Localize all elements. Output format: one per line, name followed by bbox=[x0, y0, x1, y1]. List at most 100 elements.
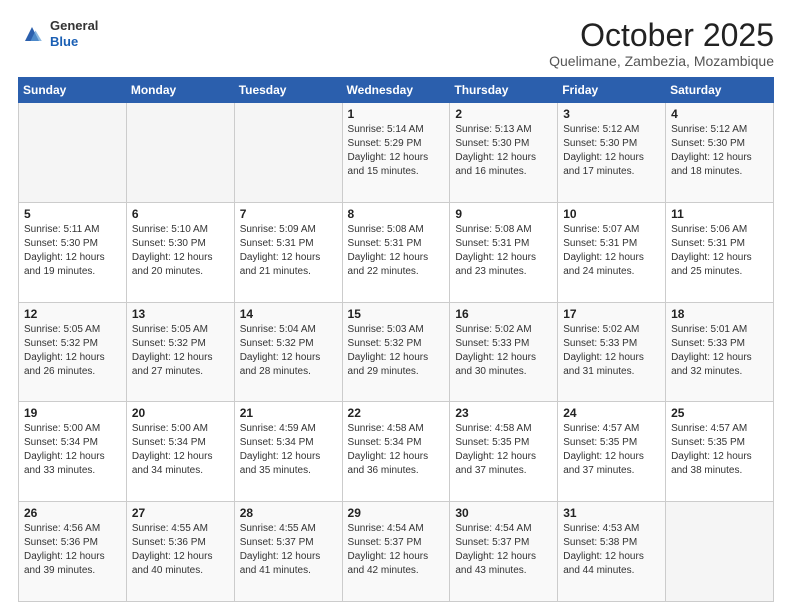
day-info: Sunrise: 4:56 AM Sunset: 5:36 PM Dayligh… bbox=[24, 522, 121, 578]
calendar-cell: 9 Sunrise: 5:08 AM Sunset: 5:31 PM Daylig… bbox=[450, 202, 558, 302]
header-row: Sunday Monday Tuesday Wednesday Thursday… bbox=[19, 78, 774, 103]
day-info: Sunrise: 4:53 AM Sunset: 5:38 PM Dayligh… bbox=[563, 522, 660, 578]
day-number: 16 bbox=[455, 307, 552, 321]
calendar-cell: 12 Sunrise: 5:05 AM Sunset: 5:32 PM Dayli… bbox=[19, 302, 127, 402]
day-number: 9 bbox=[455, 207, 552, 221]
calendar-cell: 25 Sunrise: 4:57 AM Sunset: 5:35 PM Dayli… bbox=[666, 402, 774, 502]
day-number: 17 bbox=[563, 307, 660, 321]
day-info: Sunrise: 5:11 AM Sunset: 5:30 PM Dayligh… bbox=[24, 223, 121, 279]
calendar-cell: 17 Sunrise: 5:02 AM Sunset: 5:33 PM Dayli… bbox=[558, 302, 666, 402]
calendar-cell: 14 Sunrise: 5:04 AM Sunset: 5:32 PM Dayli… bbox=[234, 302, 342, 402]
day-number: 25 bbox=[671, 406, 768, 420]
day-number: 31 bbox=[563, 506, 660, 520]
calendar-cell: 24Sunrise: 4:57 AM Sunset: 5:35 PM Dayli… bbox=[558, 402, 666, 502]
day-info: Sunrise: 4:57 AM Sunset: 5:35 PM Dayligh… bbox=[671, 422, 768, 478]
day-info: Sunrise: 5:04 AM Sunset: 5:32 PM Dayligh… bbox=[240, 323, 337, 379]
calendar-header: Sunday Monday Tuesday Wednesday Thursday… bbox=[19, 78, 774, 103]
day-number: 30 bbox=[455, 506, 552, 520]
day-number: 23 bbox=[455, 406, 552, 420]
day-info: Sunrise: 4:54 AM Sunset: 5:37 PM Dayligh… bbox=[455, 522, 552, 578]
day-number: 19 bbox=[24, 406, 121, 420]
calendar-cell bbox=[19, 103, 127, 203]
day-info: Sunrise: 5:00 AM Sunset: 5:34 PM Dayligh… bbox=[132, 422, 229, 478]
day-number: 7 bbox=[240, 207, 337, 221]
day-info: Sunrise: 5:13 AM Sunset: 5:30 PM Dayligh… bbox=[455, 123, 552, 179]
col-monday: Monday bbox=[126, 78, 234, 103]
title-block: October 2025 Quelimane, Zambezia, Mozamb… bbox=[549, 18, 774, 69]
calendar-cell: 16 Sunrise: 5:02 AM Sunset: 5:33 PM Dayli… bbox=[450, 302, 558, 402]
day-number: 18 bbox=[671, 307, 768, 321]
page: General Blue October 2025 Quelimane, Zam… bbox=[0, 0, 792, 612]
col-wednesday: Wednesday bbox=[342, 78, 450, 103]
calendar-cell: 15Sunrise: 5:03 AM Sunset: 5:32 PM Dayli… bbox=[342, 302, 450, 402]
calendar-cell: 8 Sunrise: 5:08 AM Sunset: 5:31 PM Daylig… bbox=[342, 202, 450, 302]
calendar-cell: 19 Sunrise: 5:00 AM Sunset: 5:34 PM Dayli… bbox=[19, 402, 127, 502]
col-friday: Friday bbox=[558, 78, 666, 103]
day-info: Sunrise: 5:00 AM Sunset: 5:34 PM Dayligh… bbox=[24, 422, 121, 478]
calendar-cell: 3 Sunrise: 5:12 AM Sunset: 5:30 PM Daylig… bbox=[558, 103, 666, 203]
day-info: Sunrise: 4:54 AM Sunset: 5:37 PM Dayligh… bbox=[348, 522, 445, 578]
calendar-cell: 30 Sunrise: 4:54 AM Sunset: 5:37 PM Dayli… bbox=[450, 502, 558, 602]
day-number: 13 bbox=[132, 307, 229, 321]
day-info: Sunrise: 5:06 AM Sunset: 5:31 PM Dayligh… bbox=[671, 223, 768, 279]
day-number: 20 bbox=[132, 406, 229, 420]
day-info: Sunrise: 5:05 AM Sunset: 5:32 PM Dayligh… bbox=[132, 323, 229, 379]
day-number: 3 bbox=[563, 107, 660, 121]
calendar-week-1: 1Sunrise: 5:14 AM Sunset: 5:29 PM Daylig… bbox=[19, 103, 774, 203]
day-info: Sunrise: 5:03 AM Sunset: 5:32 PM Dayligh… bbox=[348, 323, 445, 379]
day-number: 8 bbox=[348, 207, 445, 221]
calendar-week-3: 12 Sunrise: 5:05 AM Sunset: 5:32 PM Dayli… bbox=[19, 302, 774, 402]
day-info: Sunrise: 5:10 AM Sunset: 5:30 PM Dayligh… bbox=[132, 223, 229, 279]
calendar-cell: 11Sunrise: 5:06 AM Sunset: 5:31 PM Dayli… bbox=[666, 202, 774, 302]
col-saturday: Saturday bbox=[666, 78, 774, 103]
day-number: 22 bbox=[348, 406, 445, 420]
calendar-cell: 1Sunrise: 5:14 AM Sunset: 5:29 PM Daylig… bbox=[342, 103, 450, 203]
day-info: Sunrise: 5:01 AM Sunset: 5:33 PM Dayligh… bbox=[671, 323, 768, 379]
day-info: Sunrise: 5:05 AM Sunset: 5:32 PM Dayligh… bbox=[24, 323, 121, 379]
calendar-week-4: 19 Sunrise: 5:00 AM Sunset: 5:34 PM Dayli… bbox=[19, 402, 774, 502]
day-number: 29 bbox=[348, 506, 445, 520]
day-number: 26 bbox=[24, 506, 121, 520]
day-number: 24 bbox=[563, 406, 660, 420]
calendar-cell: 29 Sunrise: 4:54 AM Sunset: 5:37 PM Dayli… bbox=[342, 502, 450, 602]
logo-icon bbox=[18, 20, 46, 48]
day-number: 2 bbox=[455, 107, 552, 121]
col-thursday: Thursday bbox=[450, 78, 558, 103]
logo-general: General bbox=[50, 18, 98, 34]
location: Quelimane, Zambezia, Mozambique bbox=[549, 53, 774, 69]
month-year: October 2025 bbox=[549, 18, 774, 53]
calendar-cell bbox=[126, 103, 234, 203]
calendar-week-5: 26 Sunrise: 4:56 AM Sunset: 5:36 PM Dayli… bbox=[19, 502, 774, 602]
calendar-cell: 13 Sunrise: 5:05 AM Sunset: 5:32 PM Dayli… bbox=[126, 302, 234, 402]
calendar-cell: 28Sunrise: 4:55 AM Sunset: 5:37 PM Dayli… bbox=[234, 502, 342, 602]
day-info: Sunrise: 5:08 AM Sunset: 5:31 PM Dayligh… bbox=[455, 223, 552, 279]
calendar-cell bbox=[234, 103, 342, 203]
calendar-cell: 31 Sunrise: 4:53 AM Sunset: 5:38 PM Dayli… bbox=[558, 502, 666, 602]
col-tuesday: Tuesday bbox=[234, 78, 342, 103]
calendar-cell: 6Sunrise: 5:10 AM Sunset: 5:30 PM Daylig… bbox=[126, 202, 234, 302]
day-info: Sunrise: 4:58 AM Sunset: 5:35 PM Dayligh… bbox=[455, 422, 552, 478]
day-info: Sunrise: 5:02 AM Sunset: 5:33 PM Dayligh… bbox=[455, 323, 552, 379]
calendar-cell: 27 Sunrise: 4:55 AM Sunset: 5:36 PM Dayli… bbox=[126, 502, 234, 602]
day-number: 14 bbox=[240, 307, 337, 321]
day-info: Sunrise: 5:14 AM Sunset: 5:29 PM Dayligh… bbox=[348, 123, 445, 179]
calendar-cell: 26 Sunrise: 4:56 AM Sunset: 5:36 PM Dayli… bbox=[19, 502, 127, 602]
calendar-week-2: 5 Sunrise: 5:11 AM Sunset: 5:30 PM Daylig… bbox=[19, 202, 774, 302]
day-number: 21 bbox=[240, 406, 337, 420]
calendar-cell: 5 Sunrise: 5:11 AM Sunset: 5:30 PM Daylig… bbox=[19, 202, 127, 302]
day-info: Sunrise: 4:59 AM Sunset: 5:34 PM Dayligh… bbox=[240, 422, 337, 478]
day-info: Sunrise: 5:08 AM Sunset: 5:31 PM Dayligh… bbox=[348, 223, 445, 279]
calendar-cell: 22Sunrise: 4:58 AM Sunset: 5:34 PM Dayli… bbox=[342, 402, 450, 502]
day-number: 4 bbox=[671, 107, 768, 121]
calendar-cell: 20 Sunrise: 5:00 AM Sunset: 5:34 PM Dayli… bbox=[126, 402, 234, 502]
day-info: Sunrise: 4:55 AM Sunset: 5:36 PM Dayligh… bbox=[132, 522, 229, 578]
day-number: 5 bbox=[24, 207, 121, 221]
day-info: Sunrise: 5:02 AM Sunset: 5:33 PM Dayligh… bbox=[563, 323, 660, 379]
calendar-body: 1Sunrise: 5:14 AM Sunset: 5:29 PM Daylig… bbox=[19, 103, 774, 602]
day-info: Sunrise: 5:12 AM Sunset: 5:30 PM Dayligh… bbox=[671, 123, 768, 179]
day-info: Sunrise: 5:12 AM Sunset: 5:30 PM Dayligh… bbox=[563, 123, 660, 179]
day-number: 12 bbox=[24, 307, 121, 321]
day-number: 27 bbox=[132, 506, 229, 520]
logo-blue: Blue bbox=[50, 34, 98, 50]
logo: General Blue bbox=[18, 18, 98, 49]
